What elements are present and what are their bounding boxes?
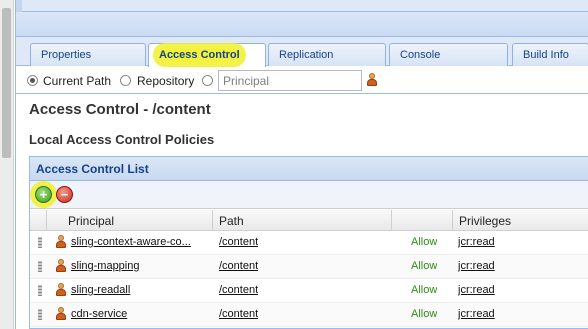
tab-access-control[interactable]: Access Control (148, 43, 266, 67)
principal-link[interactable]: sling-readall (71, 284, 210, 296)
crx-app: Properties Access Control Replication Co… (15, 0, 588, 329)
drag-handle-icon[interactable] (38, 285, 42, 296)
privilege-link[interactable]: jcr:read (458, 284, 495, 296)
repository-radio[interactable] (120, 75, 131, 86)
acl-panel: Access Control List + − Principal Path P… (29, 156, 588, 329)
toolbar-strip (16, 12, 588, 37)
privilege-link[interactable]: jcr:read (458, 308, 495, 320)
table-row[interactable]: sling-readall /content Allow jcr:read (30, 279, 588, 303)
tab-console[interactable]: Console (389, 43, 508, 66)
column-header-privileges[interactable]: Privileges (453, 210, 588, 231)
entry-type: Allow (411, 284, 438, 296)
add-icon[interactable]: + (35, 186, 52, 203)
principal-link[interactable]: sling-context-aware-co... (71, 236, 210, 248)
left-scrollbar-thumb[interactable] (2, 8, 11, 158)
column-header-principal[interactable]: Principal (47, 210, 213, 231)
table-row[interactable]: cdn-service /content Allow jcr:read (30, 303, 588, 327)
principal-picker-icon[interactable] (366, 73, 378, 86)
user-icon (55, 259, 67, 272)
repository-label: Repository (137, 74, 195, 88)
tab-replication-label: Replication (279, 49, 334, 61)
current-path-radio[interactable] (27, 75, 38, 86)
drag-handle-icon[interactable] (38, 261, 42, 272)
drag-handle-icon[interactable] (38, 237, 42, 248)
privilege-link[interactable]: jcr:read (458, 260, 495, 272)
principal-link[interactable]: sling-mapping (71, 260, 210, 272)
entry-type: Allow (411, 236, 438, 248)
path-selector-bar: Current Path Repository (16, 67, 588, 94)
table-row[interactable]: sling-context-aware-co... /content Allow… (30, 231, 588, 255)
path-link[interactable]: /content (219, 308, 258, 320)
page-title: Access Control - /content (29, 101, 211, 118)
column-header-drag (30, 210, 47, 231)
left-scrollbar[interactable] (0, 0, 14, 329)
tab-properties-label: Properties (41, 49, 92, 61)
user-icon (55, 235, 67, 248)
acl-toolbar: + − (30, 181, 588, 209)
user-icon (55, 307, 67, 320)
acl-panel-header: Access Control List (30, 157, 588, 181)
path-link[interactable]: /content (219, 260, 258, 272)
entry-type: Allow (411, 260, 438, 272)
tab-properties[interactable]: Properties (30, 43, 146, 66)
tab-strip: Properties Access Control Replication Co… (16, 37, 588, 67)
tab-console-label: Console (400, 49, 441, 61)
principal-link[interactable]: cdn-service (71, 308, 210, 320)
acl-panel-title: Access Control List (36, 162, 149, 176)
column-header-type[interactable] (392, 210, 453, 231)
tab-replication[interactable]: Replication (268, 43, 386, 66)
column-header-path[interactable]: Path (213, 210, 392, 231)
path-link[interactable]: /content (219, 236, 258, 248)
section-title: Local Access Control Policies (29, 132, 215, 147)
drag-handle-icon[interactable] (38, 309, 42, 320)
tab-build-info-label: Build Info (523, 49, 569, 61)
remove-icon[interactable]: − (56, 186, 73, 203)
acl-grid-header: Principal Path Privileges (30, 210, 588, 231)
entry-type: Allow (411, 308, 438, 320)
principal-input[interactable] (218, 70, 362, 91)
top-strip (16, 0, 588, 12)
privilege-link[interactable]: jcr:read (458, 236, 495, 248)
table-row[interactable]: sling-mapping /content Allow jcr:read (30, 255, 588, 279)
tab-build-info[interactable]: Build Info (512, 43, 588, 66)
user-icon (55, 283, 67, 296)
path-link[interactable]: /content (219, 284, 258, 296)
current-path-label: Current Path (43, 74, 112, 88)
tab-access-control-label: Access Control (159, 49, 240, 61)
principal-radio[interactable] (202, 75, 213, 86)
